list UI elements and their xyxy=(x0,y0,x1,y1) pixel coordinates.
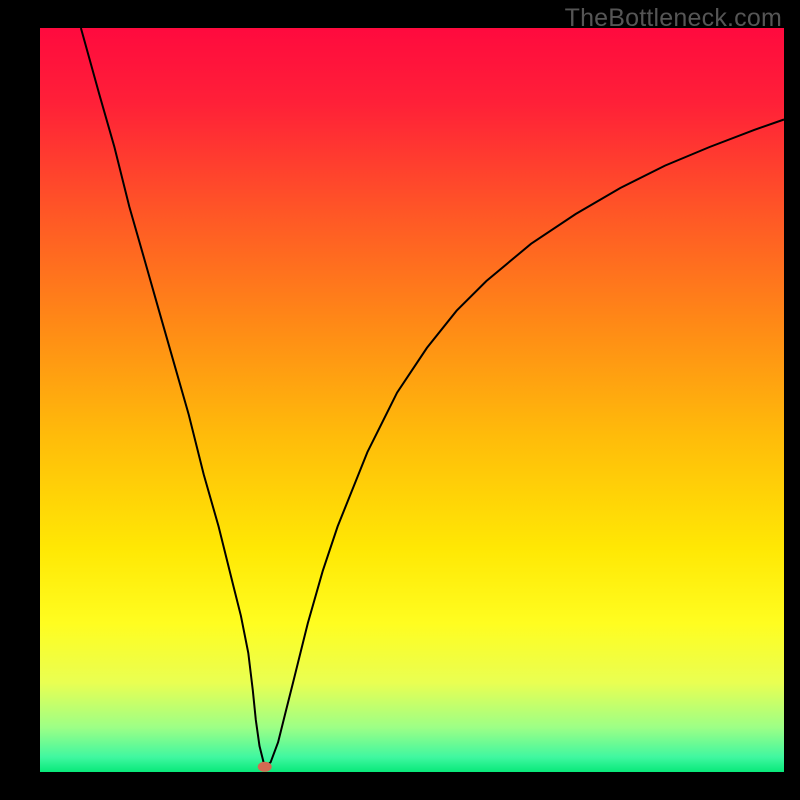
optimal-point-marker xyxy=(258,762,272,772)
chart-frame: TheBottleneck.com xyxy=(0,0,800,800)
plot-background xyxy=(40,28,784,772)
chart-svg xyxy=(40,28,784,772)
